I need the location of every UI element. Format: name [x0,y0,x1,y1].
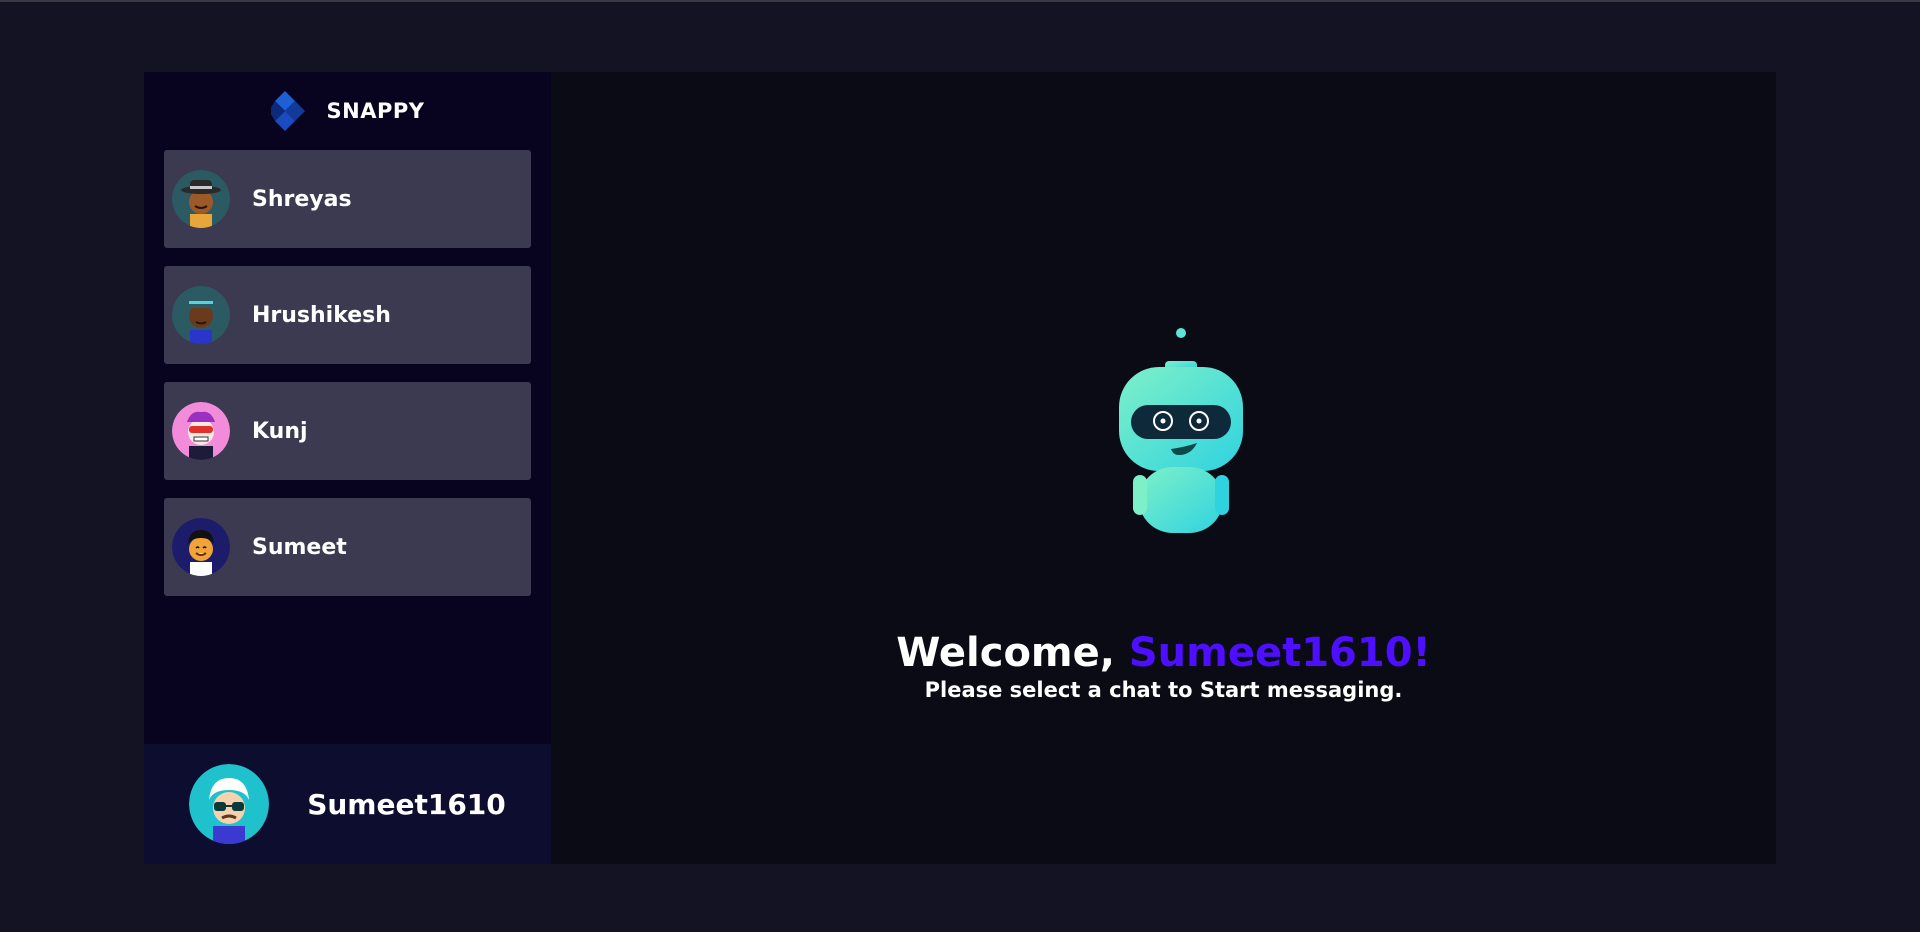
current-user-panel: Sumeet1610 [144,744,551,864]
robot-mascot-icon [1119,328,1243,533]
contact-item-hrushikesh[interactable]: Hrushikesh [164,266,531,364]
contact-name: Hrushikesh [252,302,391,328]
contacts-sidebar: SNAPPY Shreyas Hrushikesh Kunj Sumeet Su… [144,72,551,864]
contact-list: Shreyas Hrushikesh Kunj Sumeet [144,150,551,596]
window-top-border [0,0,1920,2]
brand-header: SNAPPY [144,72,551,150]
avatar-glasses-icon [189,764,270,844]
contact-name: Kunj [252,418,308,444]
contact-item-shreyas[interactable]: Shreyas [164,150,531,248]
chat-welcome-panel: Welcome, Sumeet1610! Please select a cha… [551,72,1776,864]
avatar-smiling-man-icon [172,518,230,576]
contact-name: Sumeet [252,534,347,560]
avatar-cap-man-icon [172,286,230,344]
current-username: Sumeet1610 [307,787,506,821]
welcome-username: Sumeet1610! [1128,630,1431,676]
welcome-greeting: Welcome, [896,630,1129,676]
contact-item-kunj[interactable]: Kunj [164,382,531,480]
chat-app-container: SNAPPY Shreyas Hrushikesh Kunj Sumeet Su… [144,72,1776,864]
snappy-logo-icon [270,91,305,131]
brand-name: SNAPPY [326,99,425,123]
contact-name: Shreyas [252,186,352,212]
welcome-message: Welcome, Sumeet1610! Please select a cha… [551,629,1776,703]
welcome-subtitle: Please select a chat to Start messaging. [924,678,1403,702]
welcome-heading: Welcome, Sumeet1610! [551,629,1776,677]
avatar-hat-man-icon [172,170,230,228]
contact-item-sumeet[interactable]: Sumeet [164,498,531,596]
avatar-masked-icon [172,402,230,460]
